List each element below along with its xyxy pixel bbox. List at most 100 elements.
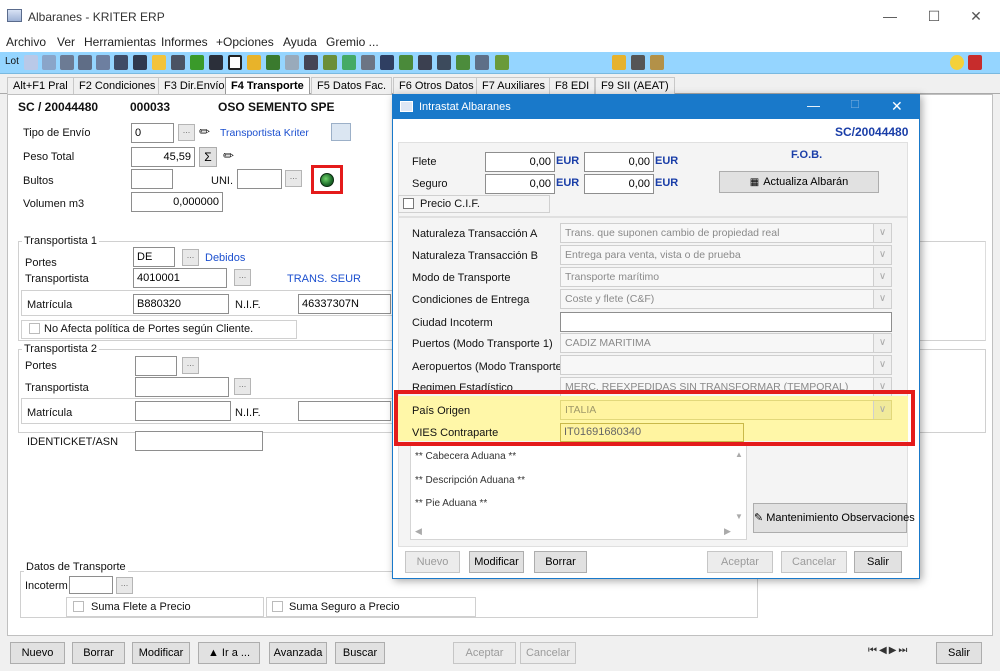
transportista-link[interactable]: TRANS. SEUR bbox=[287, 273, 361, 285]
tab-edi[interactable]: F8 EDI bbox=[549, 77, 596, 94]
dialog-cancelar-button[interactable]: Cancelar bbox=[781, 551, 847, 573]
volumen-input[interactable]: 0,000000 bbox=[131, 192, 223, 212]
scroll-right-icon[interactable]: ▶ bbox=[724, 526, 731, 537]
naturaleza-a-select[interactable]: Trans. que suponen cambio de propiedad r… bbox=[560, 223, 892, 243]
toolbar-icon-20[interactable] bbox=[380, 55, 394, 70]
toolbar-icon-3[interactable] bbox=[60, 55, 74, 70]
pencil-icon[interactable]: ✏ bbox=[199, 124, 210, 140]
toolbar-icon-19[interactable] bbox=[361, 55, 375, 70]
matricula-input[interactable]: B880320 bbox=[133, 294, 229, 314]
transportista-lookup-button[interactable]: ... bbox=[234, 269, 251, 286]
chevron-down-icon[interactable]: ∨ bbox=[873, 334, 891, 352]
close-icon[interactable]: ✕ bbox=[966, 6, 986, 26]
toolbar-icon-25[interactable] bbox=[475, 55, 489, 70]
flete-input-2[interactable]: 0,00 bbox=[584, 152, 654, 172]
toolbar-icon-6[interactable] bbox=[114, 55, 128, 70]
uni-input[interactable] bbox=[237, 169, 282, 189]
ir-a-button[interactable]: ▲ Ir a ... bbox=[198, 642, 260, 664]
modificar-button[interactable]: Modificar bbox=[132, 642, 190, 664]
tab-auxiliares[interactable]: F7 Auxiliares bbox=[476, 77, 551, 94]
peso-input[interactable]: 45,59 bbox=[131, 147, 195, 167]
transportista2-input[interactable] bbox=[135, 377, 229, 397]
dialog-modificar-button[interactable]: Modificar bbox=[469, 551, 524, 573]
tipo-envio-lookup-button[interactable]: ... bbox=[178, 124, 195, 141]
uni-lookup-button[interactable]: ... bbox=[285, 170, 302, 187]
tab-pral[interactable]: Alt+F1 Pral bbox=[7, 77, 74, 94]
chevron-down-icon[interactable]: ∨ bbox=[873, 290, 891, 308]
aeropuertos-select[interactable]: ∨ bbox=[560, 355, 892, 375]
globe-button[interactable] bbox=[311, 165, 343, 194]
toolbar-icon-11[interactable] bbox=[209, 55, 223, 70]
export-icon[interactable] bbox=[331, 123, 351, 141]
toolbar-icon-23[interactable] bbox=[437, 55, 451, 70]
chevron-down-icon[interactable]: ∨ bbox=[873, 268, 891, 286]
naturaleza-b-select[interactable]: Entrega para venta, vista o de prueba ∨ bbox=[560, 245, 892, 265]
menu-informes[interactable]: Informes bbox=[161, 35, 208, 49]
portes-link[interactable]: Debidos bbox=[205, 252, 245, 264]
portes-lookup-button[interactable]: ... bbox=[182, 249, 199, 266]
dialog-minimize-icon[interactable]: — bbox=[807, 98, 820, 113]
tab-datos-fac[interactable]: F5 Datos Fac. bbox=[311, 77, 393, 94]
flete-input-1[interactable]: 0,00 bbox=[485, 152, 555, 172]
window-icon[interactable] bbox=[228, 55, 242, 70]
toolbar-icon-17[interactable] bbox=[323, 55, 337, 70]
toolbar-icon-22[interactable] bbox=[418, 55, 432, 70]
attach-icon[interactable] bbox=[631, 55, 645, 70]
aceptar-button[interactable]: Aceptar bbox=[453, 642, 516, 664]
transportista2-lookup-button[interactable]: ... bbox=[234, 378, 251, 395]
toolbar-icon-10[interactable] bbox=[190, 55, 204, 70]
toolbar-icon-26[interactable] bbox=[495, 55, 509, 70]
pencil-icon-2[interactable]: ✏ bbox=[223, 148, 234, 164]
tab-sii[interactable]: F9 SII (AEAT) bbox=[595, 77, 675, 94]
preview-icon[interactable] bbox=[133, 55, 147, 70]
transportista-input[interactable]: 4010001 bbox=[133, 268, 227, 288]
seguro-input-2[interactable]: 0,00 bbox=[584, 174, 654, 194]
portes2-lookup-button[interactable]: ... bbox=[182, 357, 199, 374]
dialog-borrar-button[interactable]: Borrar bbox=[534, 551, 587, 573]
tipo-envio-link[interactable]: Transportista Kriter bbox=[220, 127, 309, 139]
portes2-input[interactable] bbox=[135, 356, 177, 376]
bultos-input[interactable] bbox=[131, 169, 173, 189]
borrar-button[interactable]: Borrar bbox=[72, 642, 125, 664]
menu-archivo[interactable]: Archivo bbox=[6, 35, 46, 49]
toolbar-icon-5[interactable] bbox=[96, 55, 110, 70]
sigma-button[interactable]: Σ bbox=[199, 147, 217, 167]
suma-seguro-checkbox[interactable] bbox=[272, 601, 283, 612]
toolbar-icon-18[interactable] bbox=[342, 55, 356, 70]
condiciones-entrega-select[interactable]: Coste y flete (C&F) ∨ bbox=[560, 289, 892, 309]
dialog-salir-button[interactable]: Salir bbox=[854, 551, 902, 573]
chevron-down-icon[interactable]: ∨ bbox=[873, 356, 891, 374]
scroll-left-icon[interactable]: ◀ bbox=[415, 526, 422, 537]
dialog-aceptar-button[interactable]: Aceptar bbox=[707, 551, 773, 573]
nif-input[interactable]: 46337307N bbox=[298, 294, 391, 314]
mantenimiento-obs-button[interactable]: ✎ Mantenimiento Observaciones bbox=[753, 503, 915, 533]
menu-ver[interactable]: Ver bbox=[57, 35, 75, 49]
puertos-select[interactable]: CADIZ MARITIMA ∨ bbox=[560, 333, 892, 353]
scroll-down-icon[interactable]: ▼ bbox=[735, 512, 743, 521]
toolbar-icon-31[interactable] bbox=[968, 55, 982, 70]
toolbar-icon-15[interactable] bbox=[285, 55, 299, 70]
identicket-input[interactable] bbox=[135, 431, 263, 451]
ciudad-incoterm-input[interactable] bbox=[560, 312, 892, 332]
dialog-nuevo-button[interactable]: Nuevo bbox=[405, 551, 460, 573]
buscar-button[interactable]: Buscar bbox=[335, 642, 385, 664]
menu-herramientas[interactable]: Herramientas bbox=[84, 35, 156, 49]
salir-button[interactable]: Salir bbox=[936, 642, 982, 664]
clip-icon[interactable] bbox=[650, 55, 664, 70]
lightbulb-icon[interactable] bbox=[950, 55, 964, 70]
nif2-input[interactable] bbox=[298, 401, 391, 421]
no-afecta-checkbox[interactable] bbox=[29, 323, 40, 334]
toolbar-icon-27[interactable] bbox=[612, 55, 626, 70]
observations-box[interactable]: ** Cabecera Aduana ** ** Descripción Adu… bbox=[410, 445, 747, 540]
chevron-down-icon[interactable]: ∨ bbox=[873, 224, 891, 242]
toolbar-icon-2[interactable] bbox=[42, 55, 56, 70]
scroll-up-icon[interactable]: ▲ bbox=[735, 450, 743, 459]
record-navigation[interactable]: ⏮◀▶⏭ bbox=[868, 645, 916, 661]
toolbar-icon-14[interactable] bbox=[266, 55, 280, 70]
maximize-icon[interactable]: ☐ bbox=[924, 6, 944, 26]
portes-input[interactable]: DE bbox=[133, 247, 175, 267]
precio-cif-checkbox[interactable] bbox=[403, 198, 414, 209]
tab-otros-datos[interactable]: F6 Otros Datos bbox=[393, 77, 480, 94]
minimize-icon[interactable]: — bbox=[880, 6, 900, 26]
toolbar-icon-8[interactable] bbox=[152, 55, 166, 70]
